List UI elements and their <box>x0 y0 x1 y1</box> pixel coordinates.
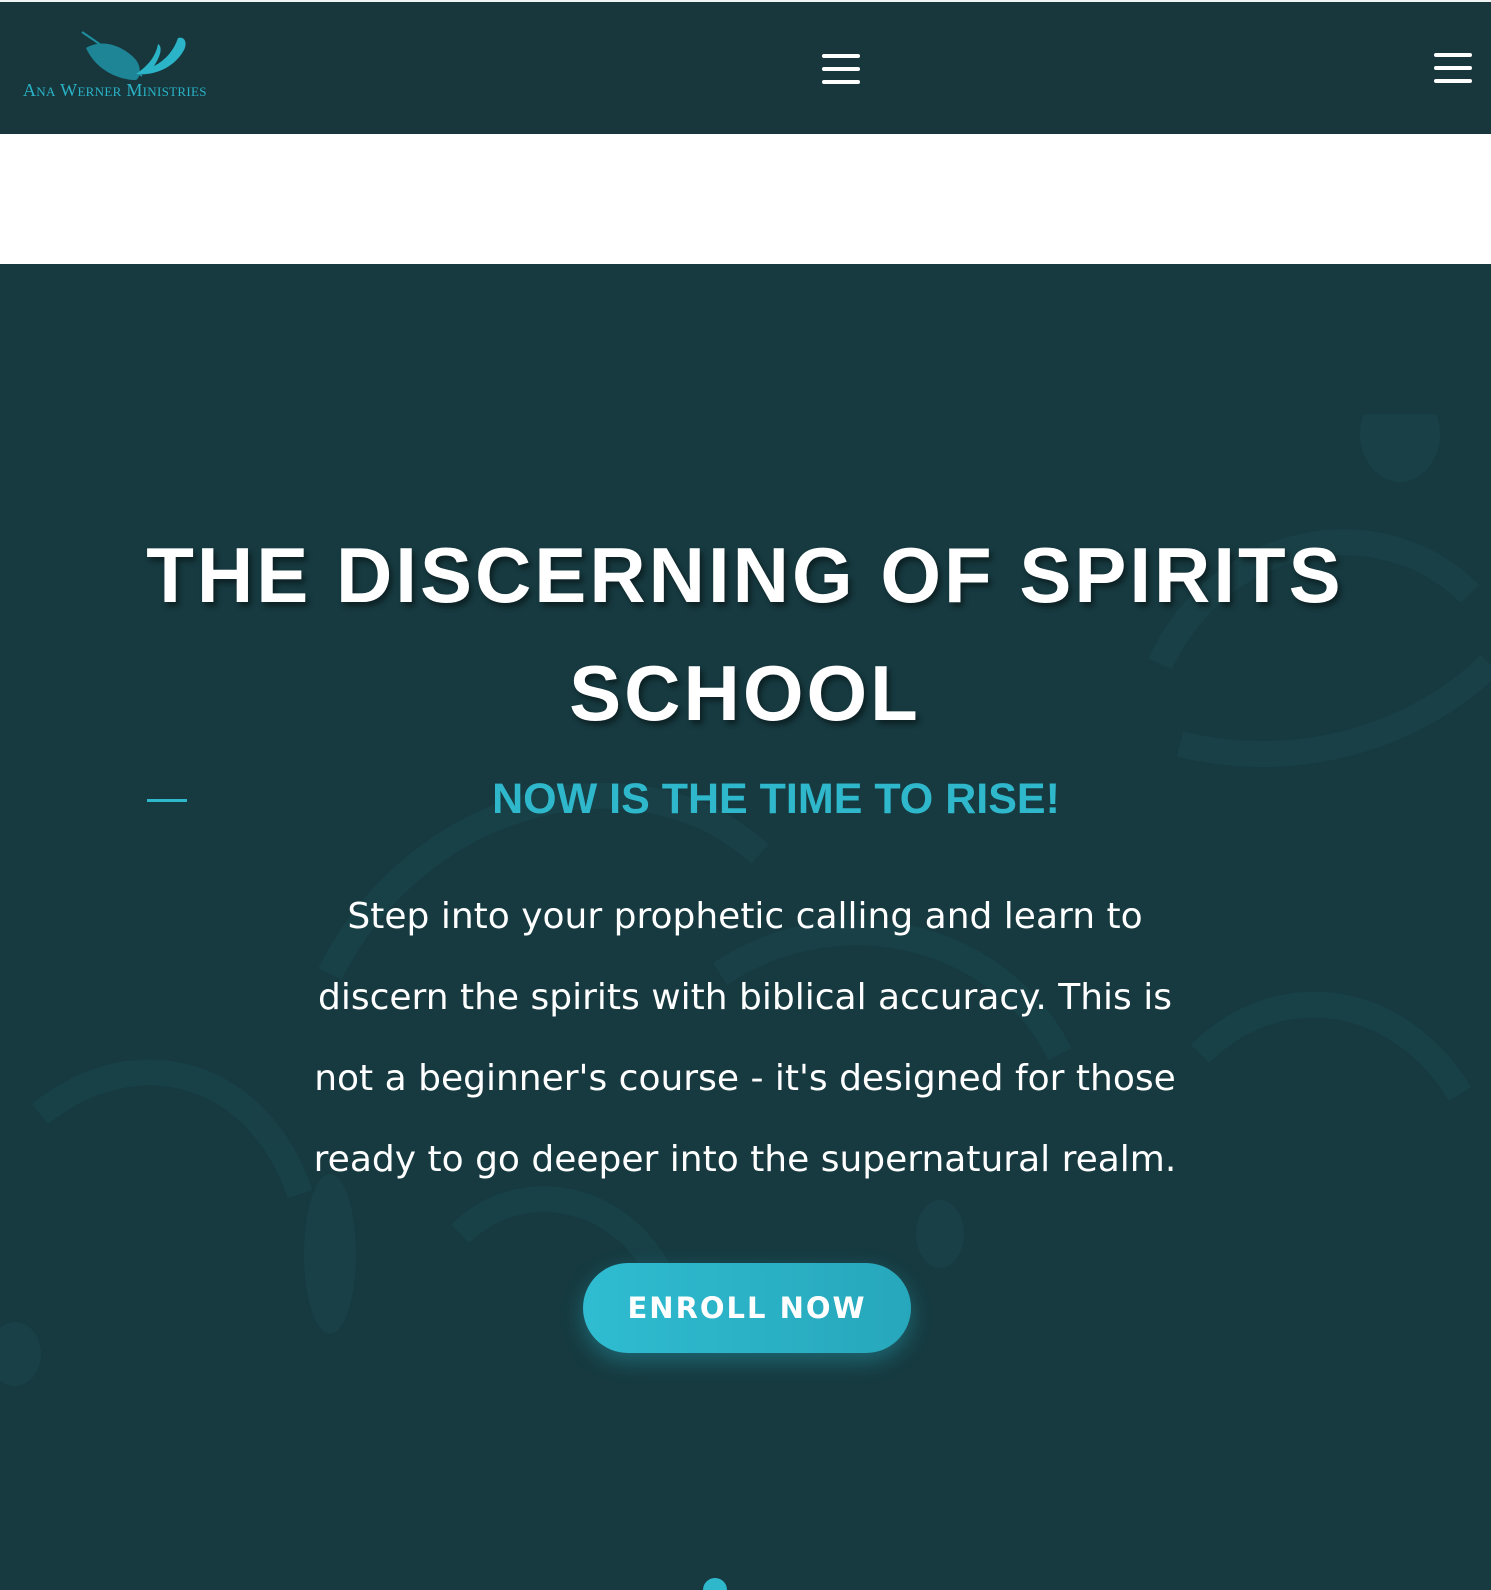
hero-description: Step into your prophetic calling and lea… <box>313 896 1177 1180</box>
hero-section: THE DISCERNING OF SPIRITS SCHOOL NOW IS … <box>0 414 1491 1444</box>
logo-wordmark: Ana Werner Ministries <box>23 80 207 100</box>
hero-top-band <box>0 264 1491 414</box>
hero-title: THE DISCERNING OF SPIRITS SCHOOL <box>146 531 1344 737</box>
enroll-now-button[interactable]: ENROLL NOW <box>583 1263 911 1353</box>
hero-subtitle: NOW IS THE TIME TO RISE! <box>492 775 1060 823</box>
hamburger-menu-icon-right[interactable] <box>1434 53 1472 83</box>
site-header: Ana Werner Ministries <box>0 2 1491 134</box>
section-indicator-dot <box>703 1578 727 1590</box>
accent-dash <box>147 799 187 802</box>
white-spacer-band <box>0 134 1491 264</box>
site-logo[interactable]: Ana Werner Ministries <box>22 30 262 106</box>
feather-icon <box>81 31 186 80</box>
hamburger-menu-icon[interactable] <box>822 54 860 84</box>
next-section <box>0 1444 1491 1590</box>
